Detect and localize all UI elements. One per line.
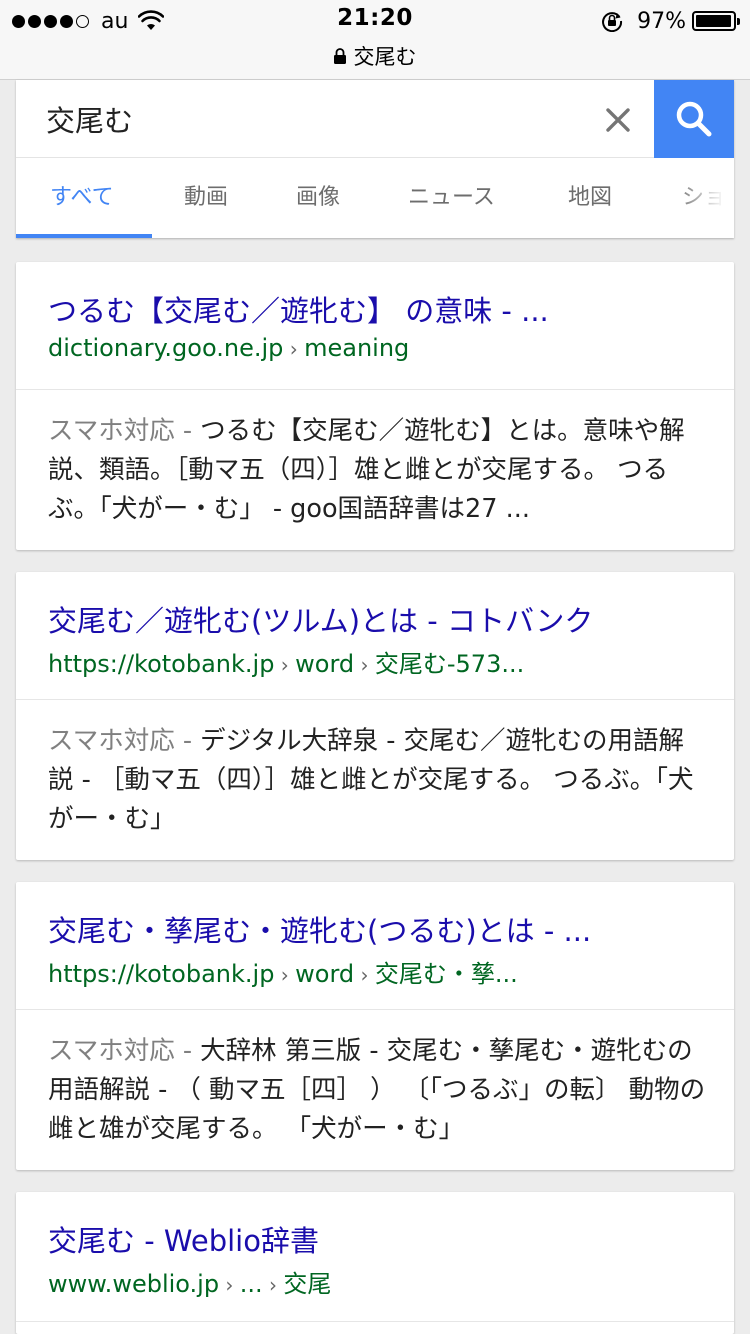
search-result: つるむ【交尾む／遊牝む】 の意味 - ... dictionary.goo.ne… (16, 262, 734, 550)
search-bar (16, 80, 734, 158)
result-title-link[interactable]: 交尾む／遊牝む(ツルム)とは - コトバンク (48, 598, 708, 640)
tab-images[interactable]: 画像 (296, 158, 340, 238)
search-header: すべて 動画 画像 ニュース 地図 ショ (16, 80, 734, 238)
search-result: 交尾む／遊牝む(ツルム)とは - コトバンク https://kotobank.… (16, 572, 734, 860)
url-segment: 交尾む-573... (374, 650, 525, 678)
result-title-link[interactable]: 交尾む - Weblio辞書 (48, 1218, 708, 1260)
search-button[interactable] (654, 80, 734, 158)
search-input[interactable] (46, 98, 586, 140)
url-segment: meaning (304, 334, 410, 362)
search-result: 交尾む・孳尾む・遊牝む(つるむ)とは - ... https://kotoban… (16, 882, 734, 1170)
url-segment: www.weblio.jp (48, 1270, 220, 1298)
mobile-friendly-label: スマホ対応 - (48, 1036, 201, 1066)
result-header: 交尾む／遊牝む(ツルム)とは - コトバンク https://kotobank.… (16, 572, 734, 700)
active-tab-indicator (16, 234, 152, 238)
battery-percentage: 97% (637, 8, 686, 34)
url-segment: ... (239, 1270, 263, 1298)
result-snippet: スマホ対応 - つるむ【交尾む／遊牝む】とは。意味や解説、類語。［動マ五（四）］… (48, 412, 708, 529)
url-segment: 交尾む・孳... (374, 960, 518, 988)
mobile-friendly-label: スマホ対応 - (48, 726, 201, 756)
result-header: つるむ【交尾む／遊牝む】 の意味 - ... dictionary.goo.ne… (16, 262, 734, 390)
address-text: 交尾む (353, 45, 417, 69)
result-header: 交尾む - Weblio辞書 www.weblio.jp › ... › 交尾 (16, 1192, 734, 1322)
search-icon (676, 101, 712, 137)
result-url[interactable]: https://kotobank.jp › word › 交尾む・孳... (48, 954, 708, 989)
status-bar: au 21:20 97% 交尾む (0, 0, 750, 80)
result-url[interactable]: https://kotobank.jp › word › 交尾む-573... (48, 644, 708, 679)
url-segment: word (295, 960, 355, 988)
rotation-lock-icon (602, 12, 623, 32)
url-segment: word (295, 650, 355, 678)
result-header: 交尾む・孳尾む・遊牝む(つるむ)とは - ... https://kotoban… (16, 882, 734, 1010)
clear-search-button[interactable] (600, 102, 636, 138)
url-segment: dictionary.goo.ne.jp (48, 334, 284, 362)
mobile-friendly-label: スマホ対応 - (48, 416, 201, 446)
tab-shopping[interactable]: ショ (682, 158, 726, 238)
padlock-icon (333, 48, 346, 64)
tab-maps[interactable]: 地図 (568, 158, 612, 238)
tab-videos[interactable]: 動画 (184, 158, 228, 238)
url-segment: https://kotobank.jp (48, 960, 275, 988)
tab-news[interactable]: ニュース (408, 158, 495, 238)
search-result: 交尾む - Weblio辞書 www.weblio.jp › ... › 交尾 (16, 1192, 734, 1334)
result-snippet: スマホ対応 - 大辞林 第三版 - 交尾む・孳尾む・遊牝むの用語解説 - （ 動… (48, 1032, 708, 1149)
result-url[interactable]: www.weblio.jp › ... › 交尾 (48, 1264, 708, 1299)
search-tabs: すべて 動画 画像 ニュース 地図 ショ (16, 158, 734, 238)
url-segment: https://kotobank.jp (48, 650, 275, 678)
result-title-link[interactable]: 交尾む・孳尾む・遊牝む(つるむ)とは - ... (48, 908, 708, 950)
tab-all[interactable]: すべて (50, 158, 114, 238)
close-icon (606, 108, 630, 132)
result-snippet: スマホ対応 - デジタル大辞泉 - 交尾む／遊牝むの用語解説 - ［動マ五（四）… (48, 722, 708, 839)
result-title-link[interactable]: つるむ【交尾む／遊牝む】 の意味 - ... (48, 288, 708, 330)
url-segment: 交尾 (283, 1270, 332, 1298)
status-right: 97% (601, 6, 740, 36)
result-url[interactable]: dictionary.goo.ne.jp › meaning (48, 334, 708, 362)
address-bar[interactable]: 交尾む (0, 42, 750, 70)
battery-icon (692, 11, 740, 31)
